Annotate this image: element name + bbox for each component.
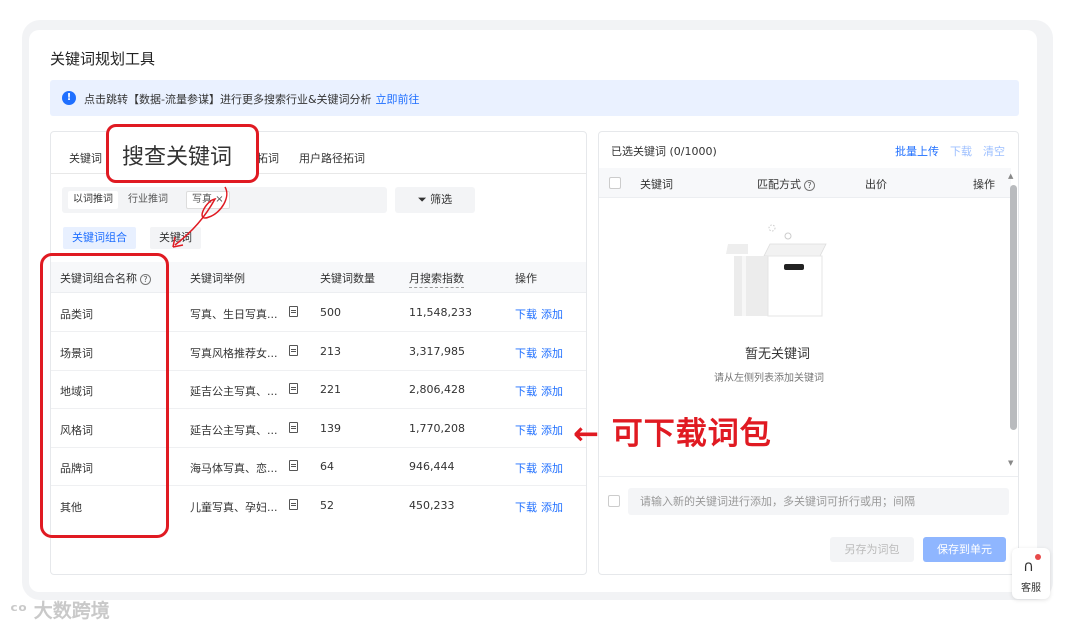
row-index: 450,233 bbox=[409, 499, 455, 512]
row-example: 海马体写真、恋... bbox=[190, 462, 278, 475]
info-icon: ! bbox=[62, 91, 76, 105]
batch-upload-link[interactable]: 批量上传 bbox=[895, 143, 939, 159]
row-count: 52 bbox=[320, 499, 334, 512]
download-link[interactable]: 下载 bbox=[515, 499, 537, 515]
empty-subtitle: 请从左侧列表添加关键词 bbox=[714, 373, 824, 384]
empty-title: 暂无关键词 bbox=[745, 347, 811, 362]
add-link[interactable]: 添加 bbox=[541, 422, 563, 438]
right-download-link[interactable]: 下载 bbox=[950, 143, 972, 159]
select-all-checkbox[interactable] bbox=[609, 177, 621, 189]
row-count: 213 bbox=[320, 345, 341, 358]
document-icon[interactable] bbox=[289, 460, 298, 474]
notice-message: 点击跳转【数据-流量参谋】进行更多搜索行业&关键词分析 bbox=[84, 93, 372, 106]
row-count: 64 bbox=[320, 460, 334, 473]
annotation-arrow bbox=[172, 186, 228, 248]
annotation-box-groups bbox=[40, 253, 169, 538]
notice-text: 点击跳转【数据-流量参谋】进行更多搜索行业&关键词分析 立即前往 bbox=[84, 91, 420, 107]
col-match-type: 匹配方式? bbox=[757, 176, 815, 192]
clear-link[interactable]: 清空 bbox=[983, 143, 1005, 159]
document-icon[interactable] bbox=[289, 345, 298, 359]
notification-dot bbox=[1035, 554, 1041, 560]
download-link[interactable]: 下载 bbox=[515, 422, 537, 438]
keyword-input[interactable] bbox=[628, 488, 1009, 515]
chip-word-to-word[interactable]: 以词推词 bbox=[68, 191, 118, 209]
scroll-up-icon[interactable]: ▲ bbox=[1008, 172, 1013, 180]
filter-button-label: 筛选 bbox=[430, 193, 453, 206]
input-checkbox[interactable] bbox=[608, 495, 620, 507]
customer-service-label: 客服 bbox=[1021, 583, 1041, 594]
row-index: 1,770,208 bbox=[409, 422, 465, 435]
save-as-package-button[interactable]: 另存为词包 bbox=[830, 537, 914, 562]
row-example: 延吉公主写真、... bbox=[190, 424, 278, 437]
row-index: 3,317,985 bbox=[409, 345, 465, 358]
col-example: 关键词举例 bbox=[190, 272, 245, 285]
row-example: 儿童写真、孕妇... bbox=[190, 501, 278, 514]
row-index: 946,444 bbox=[409, 460, 455, 473]
col-monthly-index[interactable]: 月搜索指数 bbox=[409, 270, 464, 288]
row-count: 500 bbox=[320, 306, 341, 319]
tab-expand[interactable]: 拓词 bbox=[257, 150, 279, 166]
row-example: 写真、生日写真... bbox=[190, 308, 278, 321]
scroll-down-icon[interactable]: ▼ bbox=[1008, 459, 1013, 467]
tab-keyword[interactable]: 关键词 bbox=[69, 150, 102, 166]
col-keyword: 关键词 bbox=[640, 178, 673, 191]
notice-bar: ! 点击跳转【数据-流量参谋】进行更多搜索行业&关键词分析 立即前往 bbox=[50, 80, 1019, 116]
scrollbar-thumb[interactable] bbox=[1010, 185, 1017, 430]
row-index: 2,806,428 bbox=[409, 383, 465, 396]
add-link[interactable]: 添加 bbox=[541, 345, 563, 361]
col-match-type-label: 匹配方式 bbox=[757, 178, 801, 191]
download-link[interactable]: 下载 bbox=[515, 383, 537, 399]
row-count: 221 bbox=[320, 383, 341, 396]
tab-user-path[interactable]: 用户路径拓词 bbox=[299, 150, 365, 166]
row-count: 139 bbox=[320, 422, 341, 435]
add-link[interactable]: 添加 bbox=[541, 460, 563, 476]
row-index: 11,548,233 bbox=[409, 306, 472, 319]
watermark-text: 大数跨境 bbox=[33, 600, 110, 622]
headset-icon: ∩ bbox=[1023, 557, 1034, 575]
col-count: 关键词数量 bbox=[320, 272, 375, 285]
download-link[interactable]: 下载 bbox=[515, 345, 537, 361]
add-link[interactable]: 添加 bbox=[541, 306, 563, 322]
customer-service-widget[interactable]: ∩ 客服 bbox=[1012, 548, 1050, 599]
watermark-logo: ᶜᵒ 大数跨境 bbox=[10, 600, 110, 622]
notice-link[interactable]: 立即前往 bbox=[376, 93, 420, 106]
col-bid: 出价 bbox=[865, 178, 887, 191]
download-link[interactable]: 下载 bbox=[515, 460, 537, 476]
download-link[interactable]: 下载 bbox=[515, 306, 537, 322]
add-link[interactable]: 添加 bbox=[541, 383, 563, 399]
help-icon[interactable]: ? bbox=[804, 180, 815, 191]
filter-button[interactable]: ⏷ 筛选 bbox=[395, 187, 475, 213]
document-icon[interactable] bbox=[289, 422, 298, 436]
keyword-input-wrapper bbox=[628, 488, 1009, 515]
annotation-callout: ← 可下载词包 bbox=[573, 416, 772, 452]
col-actions: 操作 bbox=[515, 272, 537, 285]
document-icon[interactable] bbox=[289, 383, 298, 397]
document-icon[interactable] bbox=[289, 306, 298, 320]
annotation-search-label: 搜查关键词 bbox=[122, 145, 233, 170]
col-action: 操作 bbox=[973, 178, 995, 191]
document-icon[interactable] bbox=[289, 499, 298, 513]
row-example: 写真风格推荐女... bbox=[190, 347, 278, 360]
row-example: 延吉公主写真、... bbox=[190, 385, 278, 398]
selected-count: 已选关键词 (0/1000) bbox=[611, 145, 717, 158]
page-title: 关键词规划工具 bbox=[50, 50, 156, 68]
empty-box-icon bbox=[726, 224, 827, 317]
add-link[interactable]: 添加 bbox=[541, 499, 563, 515]
segment-keyword-group[interactable]: 关键词组合 bbox=[63, 227, 136, 249]
right-divider bbox=[599, 476, 1018, 477]
funnel-icon: ⏷ bbox=[417, 193, 427, 206]
save-to-unit-button[interactable]: 保存到单元 bbox=[923, 537, 1006, 562]
